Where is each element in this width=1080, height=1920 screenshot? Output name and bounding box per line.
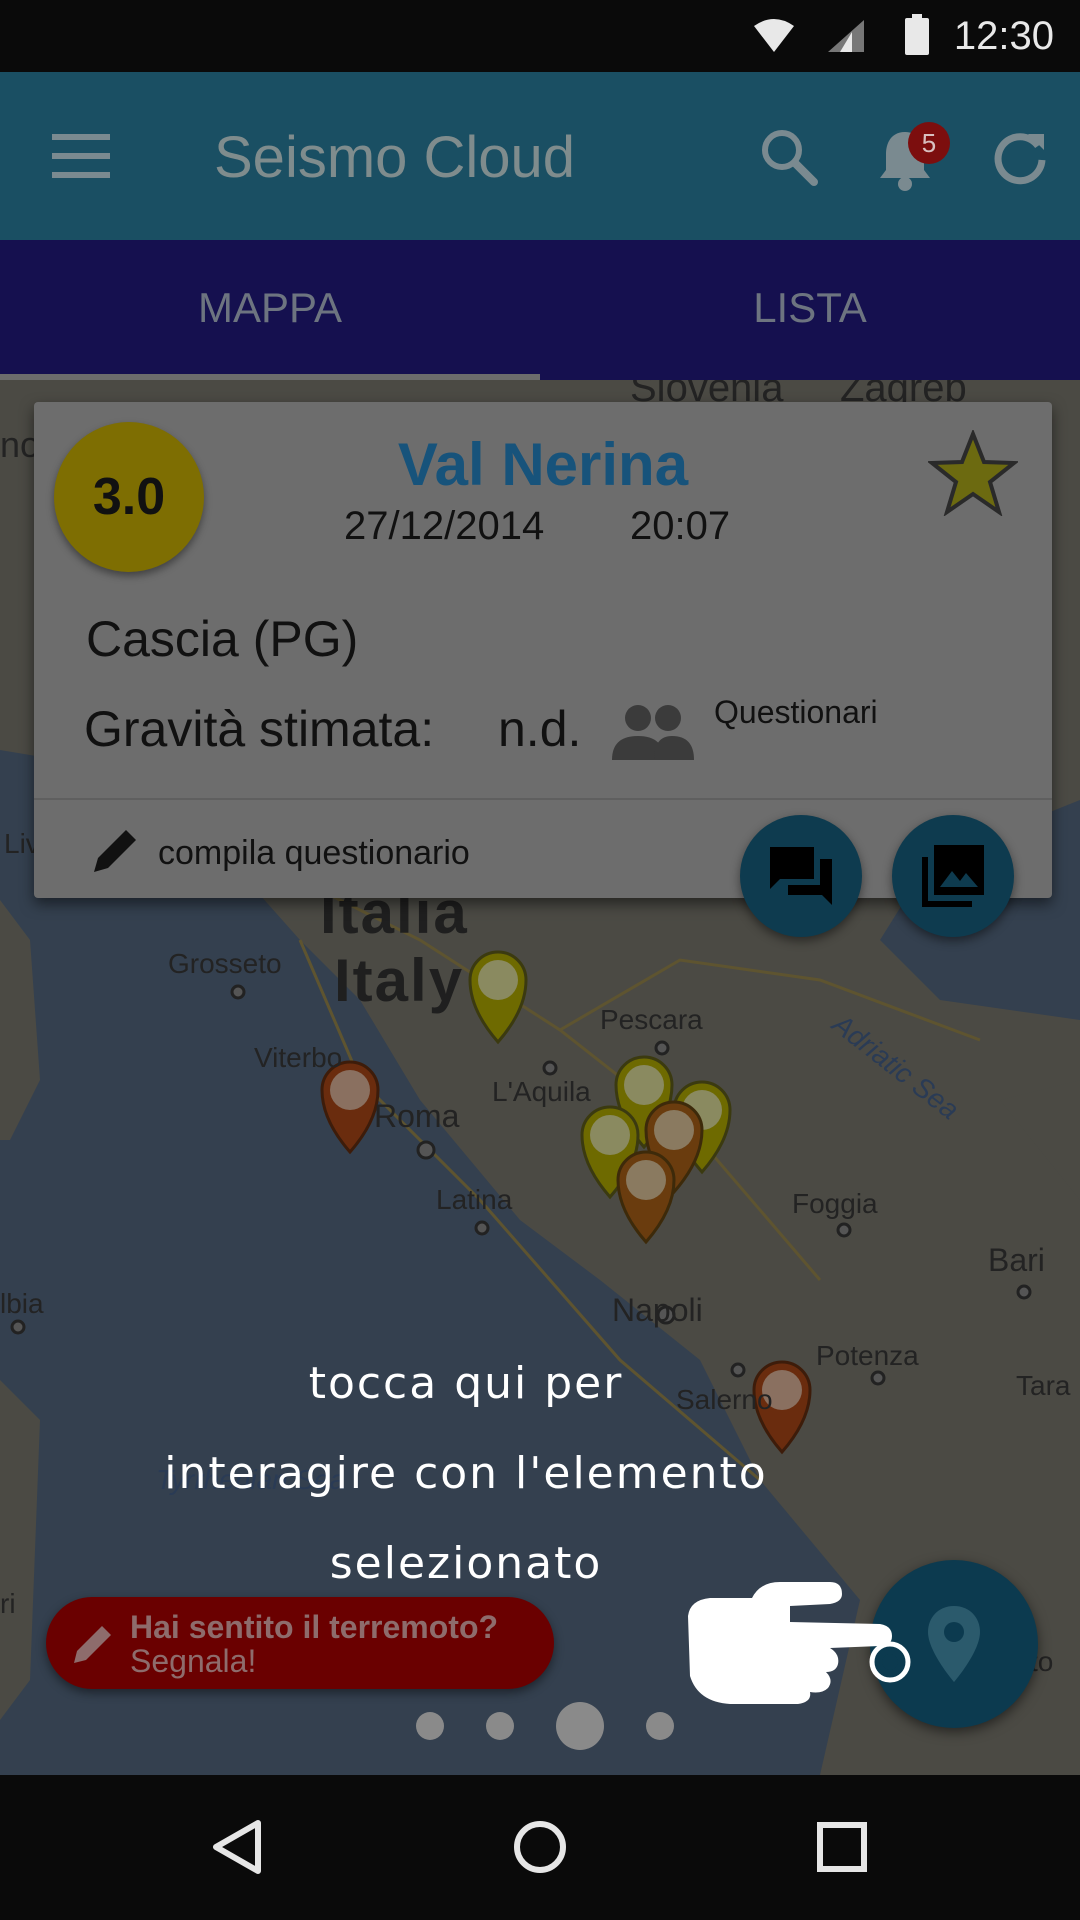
tutorial-text-line2: interagire con l'elemento	[164, 1448, 768, 1499]
questionnaires-label: Questionari	[714, 694, 878, 730]
battery-icon	[905, 14, 929, 55]
search-icon[interactable]	[760, 128, 818, 186]
event-time: 20:07	[630, 504, 731, 548]
tutorial-text-line1: tocca qui per	[308, 1358, 624, 1409]
location-pin-icon	[928, 1606, 980, 1682]
notification-badge: 5	[908, 122, 950, 164]
map-label: Pescara	[600, 1004, 703, 1035]
tab-bar: MAPPA LISTA	[0, 240, 1080, 380]
event-city: Cascia (PG)	[86, 611, 359, 667]
map-label: ri	[0, 1588, 16, 1619]
back-icon[interactable]	[210, 1819, 264, 1875]
app-bar: Seismo Cloud 5	[0, 72, 1080, 240]
card-divider	[34, 798, 1052, 800]
map-label: Roma	[374, 1098, 460, 1134]
page-dot	[486, 1712, 514, 1740]
severity-value: n.d.	[498, 701, 582, 757]
severity-label: Gravità stimata:	[84, 701, 435, 757]
event-date: 27/12/2014	[344, 504, 545, 548]
event-card[interactable]: 3.0 Val Nerina 27/12/2014 20:07 Cascia (…	[34, 402, 1052, 898]
map-label: Viterbo	[254, 1042, 343, 1073]
tap-target-icon	[869, 1641, 911, 1683]
wifi-icon	[754, 19, 794, 52]
report-line1: Hai sentito il terremoto?	[130, 1609, 499, 1645]
map-label: Foggia	[792, 1188, 878, 1219]
recents-icon[interactable]	[816, 1821, 868, 1873]
home-icon[interactable]	[512, 1819, 568, 1875]
pencil-icon	[94, 830, 136, 872]
menu-icon[interactable]	[52, 134, 110, 178]
report-earthquake-button[interactable]: Hai sentito il terremoto? Segnala!	[46, 1597, 554, 1689]
map-label: L'Aquila	[492, 1076, 591, 1107]
map-label: lbia	[0, 1288, 44, 1319]
gallery-icon	[922, 845, 984, 907]
page-dot	[646, 1712, 674, 1740]
map-label: Napoli	[612, 1292, 703, 1328]
gallery-button[interactable]	[892, 815, 1014, 937]
page-dot	[416, 1712, 444, 1740]
map-label: Tara	[1016, 1370, 1071, 1401]
star-icon[interactable]	[928, 430, 1018, 516]
map-label: Latina	[436, 1184, 513, 1215]
comments-button[interactable]	[740, 815, 862, 937]
pencil-icon	[74, 1626, 111, 1663]
signal-icon	[828, 20, 864, 52]
page-dot-active	[556, 1702, 604, 1750]
navigation-bar	[0, 1775, 1080, 1920]
fill-questionnaire-link[interactable]: compila questionario	[158, 834, 470, 873]
map-label: Bari	[988, 1242, 1045, 1278]
map-label: Italy	[334, 947, 465, 1014]
refresh-icon[interactable]	[992, 130, 1048, 186]
event-place: Val Nerina	[397, 431, 689, 498]
map-label: Grosseto	[168, 948, 282, 979]
chat-icon	[770, 847, 832, 905]
clock: 12:30	[953, 14, 1054, 58]
status-bar: 12:30	[0, 0, 1080, 72]
people-icon	[612, 705, 694, 760]
tab-mappa[interactable]: MAPPA	[0, 240, 540, 380]
tab-lista[interactable]: LISTA	[540, 240, 1080, 380]
report-line2: Segnala!	[130, 1643, 257, 1679]
app-title: Seismo Cloud	[214, 125, 576, 190]
